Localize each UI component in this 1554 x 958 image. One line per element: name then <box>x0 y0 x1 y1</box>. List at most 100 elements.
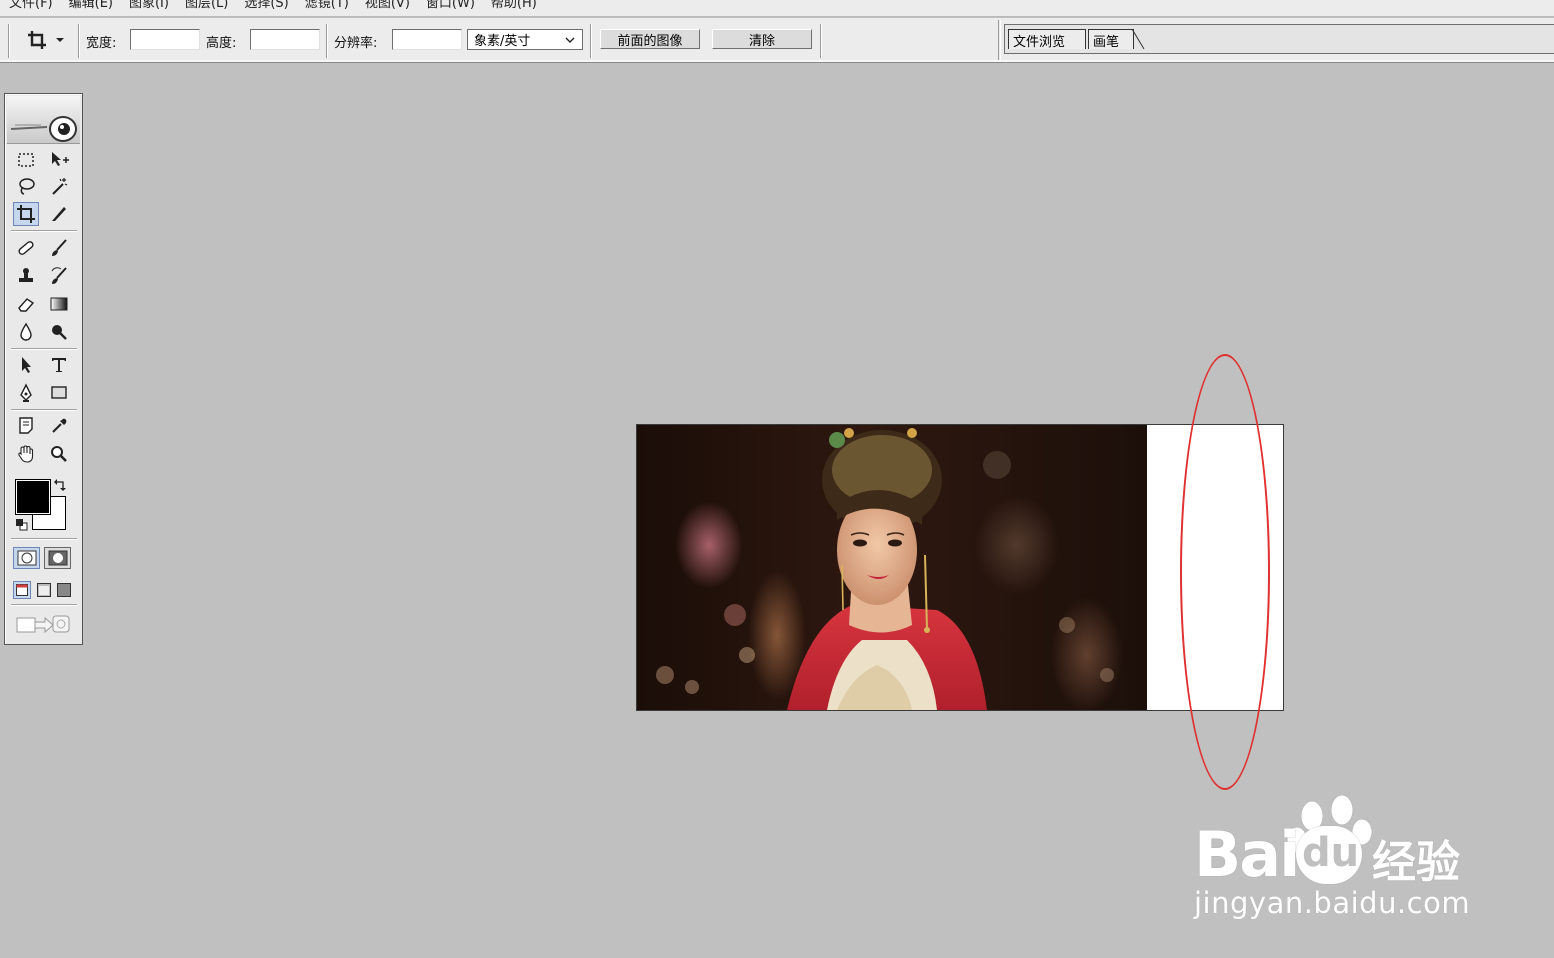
options-grip[interactable] <box>8 24 10 58</box>
eraser-tool[interactable] <box>13 292 39 316</box>
marquee-tool[interactable] <box>13 148 39 172</box>
bandage-icon <box>18 241 34 255</box>
menu-select[interactable]: 选择(S) <box>244 0 288 11</box>
resolution-field[interactable] <box>392 29 462 50</box>
menu-window[interactable]: 窗口(W) <box>426 0 475 11</box>
tab-corner <box>1132 29 1145 50</box>
history-brush-tool[interactable] <box>46 264 72 288</box>
slice-knife-icon <box>52 207 66 221</box>
toolbox-separator <box>11 348 77 350</box>
menu-image[interactable]: 图象(I) <box>129 0 169 11</box>
tab-brushes[interactable]: 画笔 <box>1088 29 1134 50</box>
front-image-button[interactable]: 前面的图像 <box>600 29 700 49</box>
imageready-icon <box>16 615 70 634</box>
crop-icon <box>17 205 35 223</box>
height-field[interactable] <box>250 29 320 50</box>
stamp-icon <box>19 268 33 282</box>
water-drop-icon <box>20 322 32 341</box>
screen-mode-full[interactable] <box>55 581 73 599</box>
toolbox-separator <box>11 604 77 606</box>
jump-to-imageready-button[interactable] <box>15 612 73 638</box>
tab-file-browser[interactable]: 文件浏览 <box>1008 29 1086 50</box>
chevron-down-icon <box>56 38 64 42</box>
separator <box>78 24 80 58</box>
toolbox-separator <box>11 230 77 232</box>
rectangle-tool[interactable] <box>46 381 72 405</box>
move-icon <box>52 152 69 166</box>
chevron-down-icon <box>565 37 575 43</box>
standard-mode-button[interactable] <box>13 547 40 569</box>
magic-wand-icon <box>52 178 68 195</box>
default-colors-icon[interactable] <box>15 518 29 532</box>
resolution-unit-select[interactable]: 象素/英寸 <box>467 29 583 50</box>
menu-help[interactable]: 帮助(H) <box>491 0 537 11</box>
standard-mode-icon <box>17 550 36 566</box>
magic-wand-tool[interactable] <box>46 174 72 198</box>
window-icon <box>16 584 28 596</box>
zoom-tool[interactable] <box>46 442 72 466</box>
gradient-icon <box>50 297 68 311</box>
dodge-tool[interactable] <box>46 320 72 344</box>
photo-image <box>637 425 1147 710</box>
separator <box>998 20 1001 60</box>
toolbox <box>4 93 83 645</box>
foreground-color-swatch[interactable] <box>15 479 51 515</box>
toolbox-header[interactable] <box>7 96 80 144</box>
screen-mode-standard[interactable] <box>13 581 31 599</box>
eyedropper-tool[interactable] <box>46 414 72 438</box>
quick-mask-icon <box>48 550 67 566</box>
brush-icon <box>52 239 67 256</box>
notes-tool[interactable] <box>13 414 39 438</box>
feather-eye-icon <box>10 116 77 142</box>
slice-tool[interactable] <box>46 202 72 226</box>
dodge-icon <box>52 325 67 340</box>
watermark-brand: Bai <box>1194 818 1300 891</box>
magnifier-icon <box>51 446 67 462</box>
swap-colors-icon[interactable] <box>53 478 67 492</box>
arrow-pointer-icon <box>22 357 31 373</box>
type-tool[interactable] <box>46 353 72 377</box>
tool-preset-picker[interactable] <box>26 28 70 52</box>
watermark-du-text: du <box>1302 830 1360 876</box>
portrait-illustration <box>656 428 1114 710</box>
hand-tool[interactable] <box>13 442 39 466</box>
window-icon <box>57 583 71 597</box>
blur-tool[interactable] <box>13 320 39 344</box>
watermark-brand-cn: 经验 <box>1372 837 1460 888</box>
menu-edit[interactable]: 编辑(E) <box>69 0 113 11</box>
path-selection-tool[interactable] <box>13 353 39 377</box>
separator <box>326 24 328 58</box>
clone-stamp-tool[interactable] <box>13 264 39 288</box>
crop-icon <box>28 31 46 49</box>
clear-button[interactable]: 清除 <box>712 29 812 49</box>
eyedropper-icon <box>52 418 67 433</box>
rectangle-icon <box>51 386 67 399</box>
window-icon <box>37 583 51 597</box>
toolbox-separator <box>11 409 77 411</box>
gradient-tool[interactable] <box>46 292 72 316</box>
history-brush-icon <box>51 267 67 284</box>
menu-view[interactable]: 视图(V) <box>365 0 410 11</box>
brush-tool[interactable] <box>46 236 72 260</box>
watermark-url: jingyan.baidu.com <box>1194 886 1471 920</box>
lasso-tool[interactable] <box>13 174 39 198</box>
pen-tool[interactable] <box>13 381 39 405</box>
screen-mode-full-menu[interactable] <box>35 581 53 599</box>
menu-file[interactable]: 文件(F) <box>9 0 53 11</box>
resolution-unit-value: 象素/英寸 <box>474 34 531 49</box>
menu-bar: 文件(F) 编辑(E) 图象(I) 图层(L) 选择(S) 滤镜(T) 视图(V… <box>0 0 1554 17</box>
menu-layer[interactable]: 图层(L) <box>185 0 228 11</box>
quick-mask-button[interactable] <box>44 547 71 569</box>
separator <box>820 24 822 58</box>
healing-brush-tool[interactable] <box>13 236 39 260</box>
hand-icon <box>18 445 34 463</box>
crop-tool[interactable] <box>13 202 39 226</box>
lasso-icon <box>19 178 35 195</box>
watermark-du-badge: du <box>1296 826 1362 884</box>
move-tool[interactable] <box>46 148 72 172</box>
width-field[interactable] <box>130 29 200 50</box>
menu-filter[interactable]: 滤镜(T) <box>305 0 349 11</box>
width-label: 宽度: <box>86 36 117 51</box>
annotation-ellipse <box>1180 354 1270 790</box>
type-t-icon <box>52 358 66 372</box>
